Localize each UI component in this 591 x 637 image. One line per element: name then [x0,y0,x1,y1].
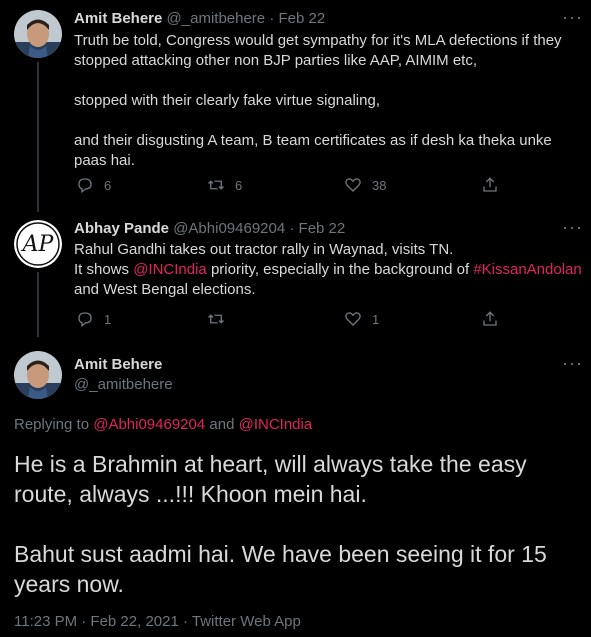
tweet-text: Rahul Gandhi takes out tractor rally in … [74,240,584,300]
text-span: priority, especially in the background o… [206,261,474,278]
author-name-block: Amit Behere [74,356,162,373]
author-handle[interactable]: @_amitbehere [167,10,266,27]
tweet-line: It shows @INCIndia priority, especially … [74,260,584,280]
tweet-paragraph: Bahut sust aadmi hai. We have been seein… [14,541,547,597]
replying-and: and [205,416,239,433]
reply-button[interactable]: 1 [76,310,111,328]
tweet-text: Truth be told, Congress would get sympat… [74,31,579,171]
author-name[interactable]: Abhay Pande [74,220,169,237]
reply-count: 6 [104,177,112,193]
like-button[interactable]: 38 [344,176,386,194]
like-count: 38 [372,177,387,193]
thread-line [37,62,39,212]
author-name[interactable]: Amit Behere [74,10,162,27]
mention-link[interactable]: @Abhi09469204 [93,416,205,433]
share-button[interactable] [481,176,509,194]
more-options-icon[interactable]: ··· [562,8,583,26]
author-handle[interactable]: @Abhi09469204 [173,220,285,237]
mention-link[interactable]: @INCIndia [239,416,313,433]
separator: · [285,220,299,237]
reply-icon [78,178,92,194]
avatar[interactable] [14,351,62,399]
tweet-line: stopped with their clearly fake virtue s… [74,92,380,109]
more-options-icon[interactable]: ··· [562,354,583,372]
tweet-date[interactable]: Feb 22 [279,10,326,27]
main-tweet-text: He is a Brahmin at heart, will always ta… [14,449,574,599]
retweet-count: 6 [235,177,243,193]
mention-link[interactable]: @INCIndia [133,261,207,278]
separator: · [265,10,279,27]
heart-icon [345,178,361,192]
replying-prefix: Replying to [14,416,94,433]
replying-to: Replying to @Abhi09469204 and @INCIndia [14,416,312,433]
author-handle-block: @_amitbehere [74,376,173,393]
like-count: 1 [372,311,380,327]
tweet-line: Rahul Gandhi takes out tractor rally in … [74,241,454,258]
retweet-button[interactable]: 6 [207,176,242,194]
retweet-icon [208,180,224,190]
tweet-line: stopped attacking other non BJP parties … [74,52,478,69]
heart-icon [345,312,361,326]
tweet-paragraph: He is a Brahmin at heart, will always ta… [14,451,527,507]
tweet-line: and West Bengal elections. [74,281,256,298]
share-button[interactable] [481,310,509,328]
retweet-icon [208,314,224,324]
like-button[interactable]: 1 [344,310,379,328]
thread-line [37,272,39,337]
svg-text:AP: AP [21,232,55,257]
reply-count: 1 [104,311,112,327]
more-options-icon[interactable]: ··· [562,218,583,236]
avatar[interactable] [14,10,62,58]
tweet-header: Abhay Pande @Abhi09469204 · Feb 22 [74,220,345,237]
share-icon [483,311,497,326]
tweet-line: paas hai. [74,152,135,169]
tweet-header: Amit Behere @_amitbehere · Feb 22 [74,10,325,27]
text-span: It shows [74,261,134,278]
avatar[interactable]: AP [14,220,62,268]
author-name[interactable]: Amit Behere [74,356,162,373]
retweet-button[interactable] [207,310,235,328]
author-handle[interactable]: @_amitbehere [74,376,173,393]
tweet-timestamp: 11:23 PM · Feb 22, 2021 · Twitter Web Ap… [14,613,301,630]
tweet-line: and their disgusting A team, B team cert… [74,132,552,149]
hashtag-link[interactable]: #KissanAndolan [473,261,581,278]
tweet-line: Truth be told, Congress would get sympat… [74,32,562,49]
reply-button[interactable]: 6 [76,176,111,194]
tweet-date[interactable]: Feb 22 [299,220,346,237]
reply-icon [78,312,92,328]
share-icon [483,177,497,192]
timestamp-text[interactable]: 11:23 PM · Feb 22, 2021 · Twitter Web Ap… [14,613,301,630]
